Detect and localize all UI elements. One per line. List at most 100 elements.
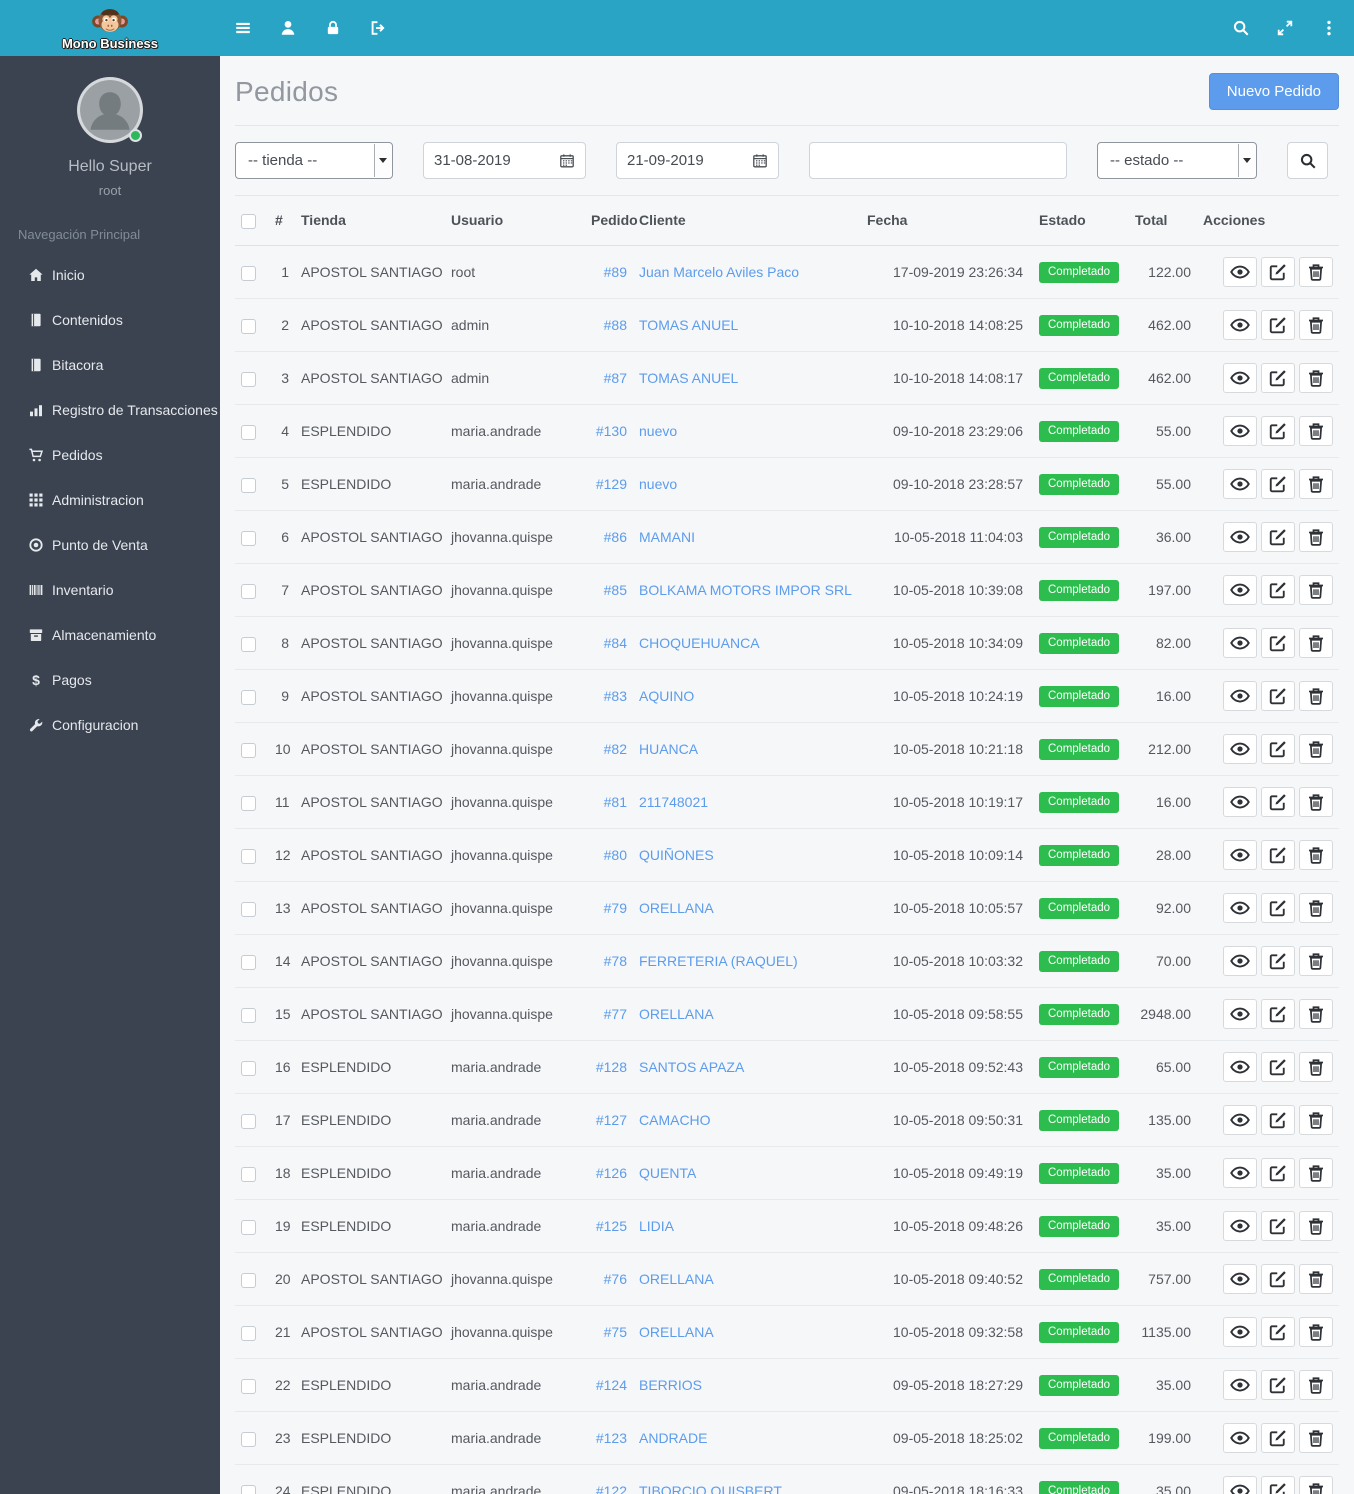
kebab-menu-icon[interactable] xyxy=(1320,19,1338,37)
search-text-field[interactable] xyxy=(820,152,1056,169)
client-link[interactable]: TOMAS ANUEL xyxy=(639,317,738,333)
fullscreen-icon[interactable] xyxy=(1276,19,1294,37)
delete-order-button[interactable] xyxy=(1299,998,1333,1029)
edit-order-button[interactable] xyxy=(1261,468,1295,499)
order-link[interactable]: #75 xyxy=(604,1324,627,1340)
client-link[interactable]: ANDRADE xyxy=(639,1430,707,1446)
row-checkbox[interactable] xyxy=(241,1431,256,1447)
view-order-button[interactable] xyxy=(1223,839,1257,870)
view-order-button[interactable] xyxy=(1223,1210,1257,1241)
row-checkbox[interactable] xyxy=(241,689,256,705)
edit-order-button[interactable] xyxy=(1261,945,1295,976)
order-link[interactable]: #77 xyxy=(604,1006,627,1022)
status-select[interactable]: -- estado -- xyxy=(1097,142,1257,179)
edit-order-button[interactable] xyxy=(1261,1051,1295,1082)
delete-order-button[interactable] xyxy=(1299,1263,1333,1294)
row-checkbox[interactable] xyxy=(241,795,256,811)
sidebar-item-inventario[interactable]: Inventario xyxy=(0,567,220,612)
sidebar-item-inicio[interactable]: Inicio xyxy=(0,252,220,297)
delete-order-button[interactable] xyxy=(1299,680,1333,711)
sidebar-item-pagos[interactable]: $ Pagos xyxy=(0,657,220,702)
order-link[interactable]: #130 xyxy=(596,423,627,439)
view-order-button[interactable] xyxy=(1223,415,1257,446)
row-checkbox[interactable] xyxy=(241,1060,256,1076)
delete-order-button[interactable] xyxy=(1299,1316,1333,1347)
edit-order-button[interactable] xyxy=(1261,1157,1295,1188)
row-checkbox[interactable] xyxy=(241,901,256,917)
edit-order-button[interactable] xyxy=(1261,786,1295,817)
edit-order-button[interactable] xyxy=(1261,574,1295,605)
delete-order-button[interactable] xyxy=(1299,1104,1333,1135)
view-order-button[interactable] xyxy=(1223,468,1257,499)
row-checkbox[interactable] xyxy=(241,1378,256,1394)
order-link[interactable]: #79 xyxy=(604,900,627,916)
sidebar-item-administracion[interactable]: Administracion xyxy=(0,477,220,522)
order-link[interactable]: #127 xyxy=(596,1112,627,1128)
view-order-button[interactable] xyxy=(1223,521,1257,552)
view-order-button[interactable] xyxy=(1223,1475,1257,1494)
edit-order-button[interactable] xyxy=(1261,680,1295,711)
view-order-button[interactable] xyxy=(1223,362,1257,393)
new-order-button[interactable]: Nuevo Pedido xyxy=(1208,73,1339,110)
search-icon[interactable] xyxy=(1232,19,1250,37)
view-order-button[interactable] xyxy=(1223,680,1257,711)
calendar-icon[interactable] xyxy=(752,153,768,169)
delete-order-button[interactable] xyxy=(1299,786,1333,817)
sidebar-item-configuracion[interactable]: Configuracion xyxy=(0,702,220,747)
sidebar-item-almacenamiento[interactable]: Almacenamiento xyxy=(0,612,220,657)
order-link[interactable]: #124 xyxy=(596,1377,627,1393)
client-link[interactable]: QUENTA xyxy=(639,1165,696,1181)
client-link[interactable]: BERRIOS xyxy=(639,1377,702,1393)
delete-order-button[interactable] xyxy=(1299,1157,1333,1188)
order-link[interactable]: #123 xyxy=(596,1430,627,1446)
view-order-button[interactable] xyxy=(1223,733,1257,764)
client-link[interactable]: ORELLANA xyxy=(639,1324,714,1340)
view-order-button[interactable] xyxy=(1223,1369,1257,1400)
lock-icon[interactable] xyxy=(324,19,342,37)
order-link[interactable]: #85 xyxy=(604,582,627,598)
view-order-button[interactable] xyxy=(1223,1104,1257,1135)
delete-order-button[interactable] xyxy=(1299,892,1333,923)
view-order-button[interactable] xyxy=(1223,786,1257,817)
row-checkbox[interactable] xyxy=(241,742,256,758)
order-link[interactable]: #128 xyxy=(596,1059,627,1075)
row-checkbox[interactable] xyxy=(241,1325,256,1341)
edit-order-button[interactable] xyxy=(1261,627,1295,658)
row-checkbox[interactable] xyxy=(241,1166,256,1182)
client-link[interactable]: TOMAS ANUEL xyxy=(639,370,738,386)
client-link[interactable]: ORELLANA xyxy=(639,1006,714,1022)
row-checkbox[interactable] xyxy=(241,954,256,970)
edit-order-button[interactable] xyxy=(1261,309,1295,340)
view-order-button[interactable] xyxy=(1223,1263,1257,1294)
row-checkbox[interactable] xyxy=(241,371,256,387)
view-order-button[interactable] xyxy=(1223,945,1257,976)
view-order-button[interactable] xyxy=(1223,892,1257,923)
delete-order-button[interactable] xyxy=(1299,1369,1333,1400)
delete-order-button[interactable] xyxy=(1299,256,1333,287)
edit-order-button[interactable] xyxy=(1261,839,1295,870)
sidebar-item-contenidos[interactable]: Contenidos xyxy=(0,297,220,342)
view-order-button[interactable] xyxy=(1223,1422,1257,1453)
hamburger-icon[interactable] xyxy=(234,19,252,37)
row-checkbox[interactable] xyxy=(241,1484,256,1494)
delete-order-button[interactable] xyxy=(1299,627,1333,658)
client-link[interactable]: FERRETERIA (RAQUEL) xyxy=(639,953,798,969)
client-link[interactable]: nuevo xyxy=(639,476,677,492)
row-checkbox[interactable] xyxy=(241,424,256,440)
edit-order-button[interactable] xyxy=(1261,892,1295,923)
date-to-input[interactable] xyxy=(616,142,779,179)
edit-order-button[interactable] xyxy=(1261,1210,1295,1241)
client-link[interactable]: MAMANI xyxy=(639,529,695,545)
delete-order-button[interactable] xyxy=(1299,839,1333,870)
order-link[interactable]: #86 xyxy=(604,529,627,545)
row-checkbox[interactable] xyxy=(241,1219,256,1235)
view-order-button[interactable] xyxy=(1223,627,1257,658)
order-link[interactable]: #122 xyxy=(596,1483,627,1494)
date-to-field[interactable] xyxy=(627,152,752,169)
row-checkbox[interactable] xyxy=(241,848,256,864)
date-from-field[interactable] xyxy=(434,152,559,169)
client-link[interactable]: ORELLANA xyxy=(639,1271,714,1287)
edit-order-button[interactable] xyxy=(1261,1475,1295,1494)
row-checkbox[interactable] xyxy=(241,477,256,493)
delete-order-button[interactable] xyxy=(1299,1051,1333,1082)
